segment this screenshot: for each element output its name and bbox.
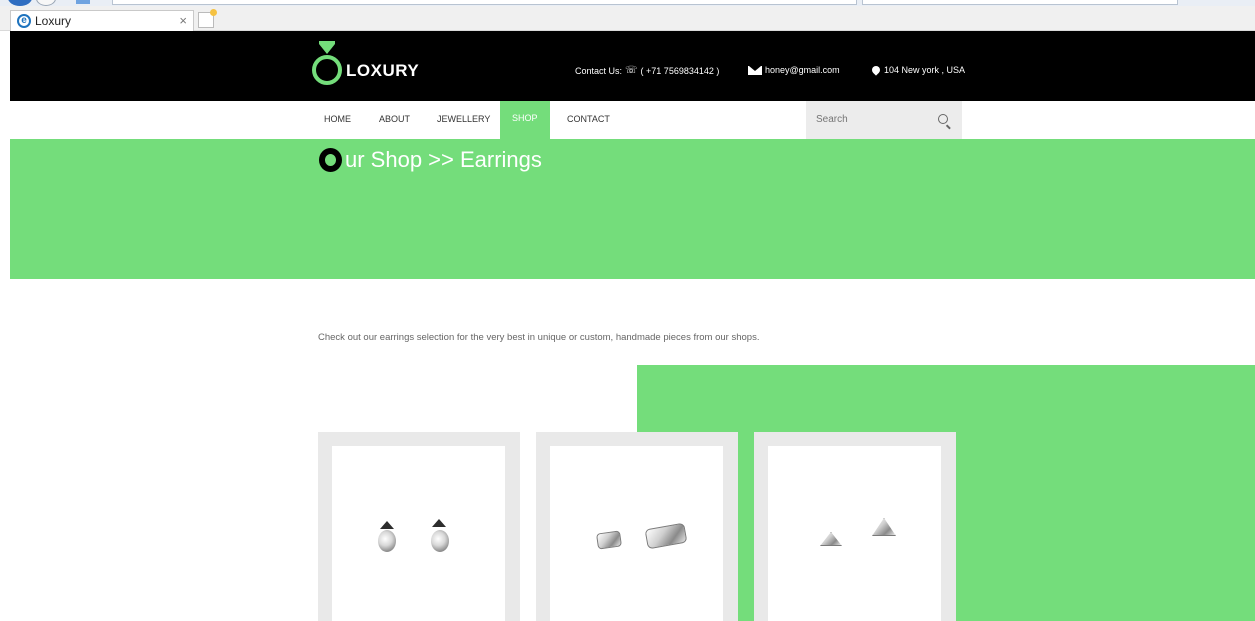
location-pin-icon	[870, 64, 882, 76]
earring-stud	[378, 530, 396, 552]
nav-shop[interactable]: SHOP	[500, 101, 550, 139]
nav-contact[interactable]: CONTACT	[567, 101, 610, 139]
close-tab-icon[interactable]: ×	[179, 13, 187, 28]
earring-stud	[431, 530, 449, 552]
nav-home[interactable]: HOME	[324, 101, 351, 139]
browser-chrome: e Loxury ×	[0, 0, 1255, 31]
search-box	[806, 101, 962, 139]
favorites-icon[interactable]	[76, 0, 90, 4]
phone-number: ( +71 7569834142 )	[640, 65, 720, 76]
ring-icon	[312, 55, 342, 85]
page-title: ur Shop >> Earrings	[319, 147, 542, 173]
intro-text: Check out our earrings selection for the…	[318, 332, 760, 343]
new-tab-button[interactable]	[198, 9, 217, 28]
product-card[interactable]	[754, 432, 956, 621]
product-image[interactable]	[550, 446, 723, 621]
browser-tab[interactable]: e Loxury ×	[10, 10, 194, 31]
product-card[interactable]	[318, 432, 520, 621]
phone-icon: ☏	[625, 65, 638, 76]
logo-text: LOXURY	[346, 61, 420, 80]
tab-title: Loxury	[35, 14, 72, 28]
earring-stud	[596, 530, 622, 550]
page-banner: ur Shop >> Earrings	[10, 139, 1255, 279]
contact-location: 104 New york , USA	[870, 64, 966, 76]
mail-icon	[748, 65, 762, 75]
search-icon[interactable]	[938, 114, 948, 124]
earring-stud	[820, 532, 842, 546]
address-bar[interactable]	[112, 0, 857, 5]
email-text: honey@gmail.com	[765, 65, 840, 75]
site-header: LOXURY Contact Us: ☏ ( +71 7569834142 ) …	[10, 31, 1255, 101]
search-input[interactable]	[816, 110, 926, 128]
contact-phone: Contact Us: ☏ ( +71 7569834142 )	[575, 65, 719, 76]
page-title-text: ur Shop >> Earrings	[345, 147, 542, 172]
ie-icon: e	[17, 14, 31, 28]
earring-stud	[872, 518, 896, 536]
product-image[interactable]	[768, 446, 941, 621]
main-nav: HOME ABOUT JEWELLERY SHOP CONTACT	[0, 101, 1255, 139]
contact-email[interactable]: honey@gmail.com	[748, 65, 840, 75]
product-image[interactable]	[332, 446, 505, 621]
nav-jewellery[interactable]: JEWELLERY	[437, 101, 490, 139]
earring-back	[380, 521, 394, 529]
diamond-icon	[319, 44, 335, 54]
site-logo[interactable]: LOXURY	[312, 41, 452, 89]
product-card[interactable]	[536, 432, 738, 621]
location-text: 104 New york , USA	[884, 65, 966, 75]
earring-stud	[644, 522, 688, 550]
browser-search-bar[interactable]	[862, 0, 1178, 5]
nav-about[interactable]: ABOUT	[379, 101, 410, 139]
earring-back	[432, 519, 446, 527]
contact-label: Contact Us:	[575, 65, 623, 76]
title-o-glyph	[319, 148, 342, 172]
